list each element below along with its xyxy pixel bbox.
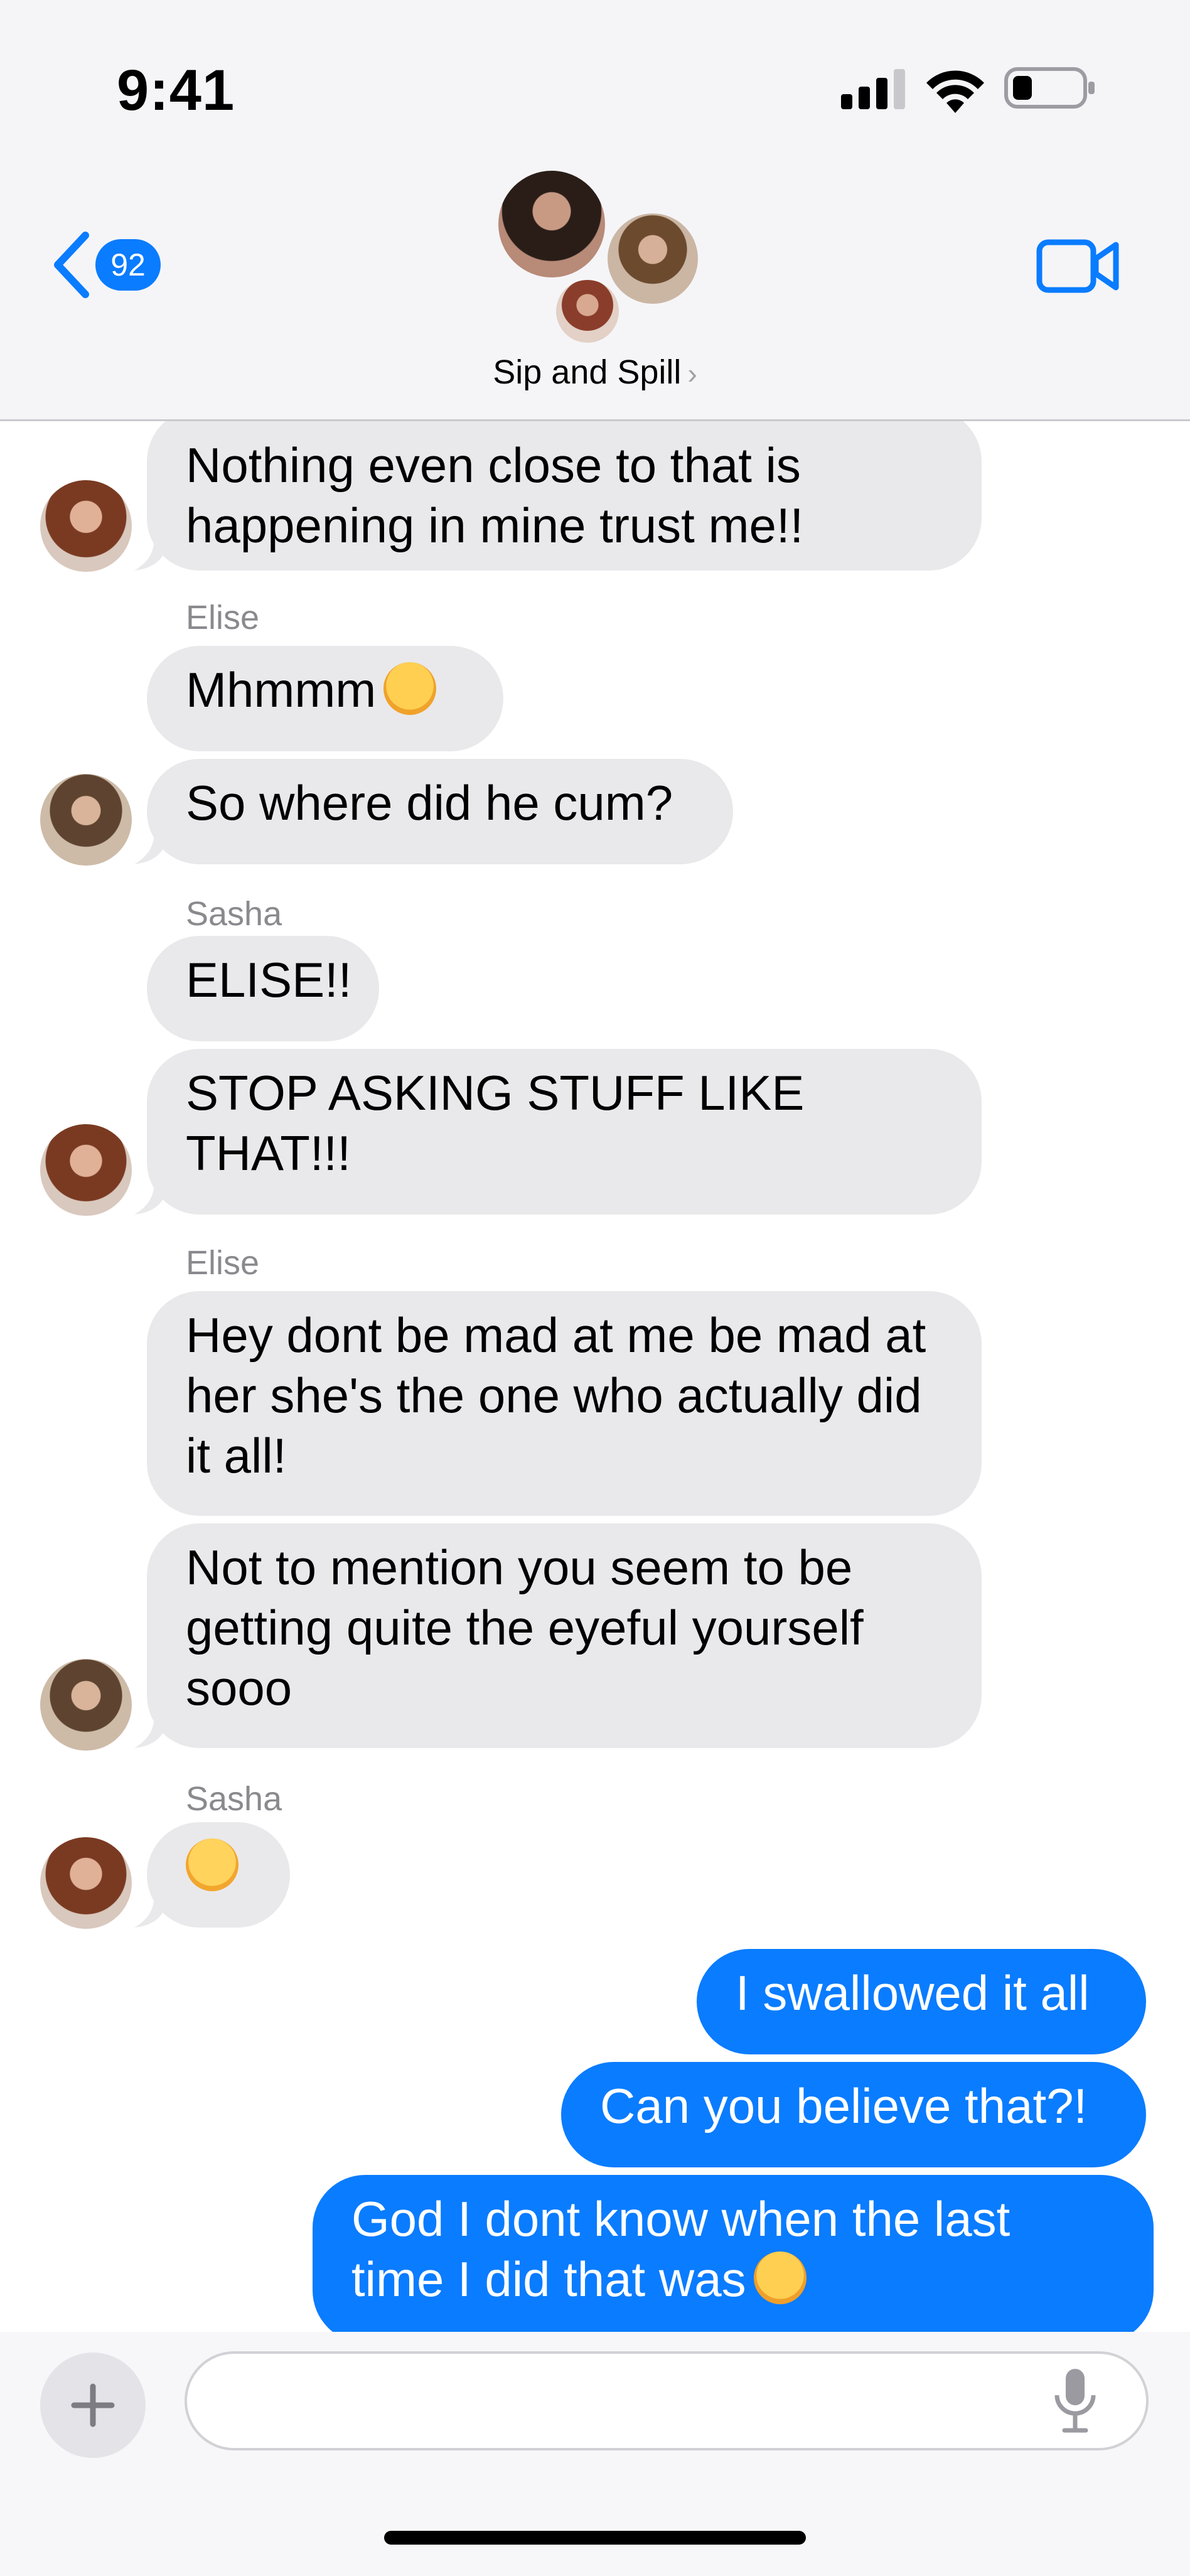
bubble-tail [134,828,169,864]
bubble-tail [134,1891,169,1928]
conversation-header: 9:41 92 Sip and Spill › [0,0,1190,421]
avatar [40,774,132,866]
bubble-tail [134,1712,169,1748]
outgoing-message-bubble[interactable]: I swallowed it all [697,1949,1146,2054]
microphone-icon[interactable] [1052,2366,1098,2434]
avatar [552,276,623,346]
sender-name: Sasha [186,895,282,933]
group-avatar-cluster[interactable] [498,171,699,346]
sender-name: Elise [186,1244,260,1282]
sender-name: Elise [186,599,260,636]
avatar [498,171,605,277]
squinting-tongue-face-emoji-icon [753,2251,807,2305]
battery-icon [1004,67,1095,109]
home-indicator [384,2531,806,2545]
incoming-message-bubble[interactable]: ELISE!! [147,936,379,1041]
add-attachment-button[interactable] [40,2353,146,2458]
avatar [40,1124,132,1216]
wifi-icon [926,70,984,113]
sender-name: Sasha [186,1780,282,1818]
incoming-message-bubble[interactable]: So where did he cum? [147,759,733,864]
avatar [608,213,698,304]
outgoing-message-bubble[interactable]: Can you believe that?! [561,2062,1146,2167]
incoming-message-bubble[interactable]: Nothing even close to that is happening … [147,421,982,571]
incoming-message-bubble[interactable]: Mhmmm [147,646,503,751]
avatar [40,480,132,572]
unread-count-badge: 92 [95,239,161,291]
status-time: 9:41 [117,58,235,122]
chevron-right-icon: › [687,357,697,390]
chevron-left-icon [54,232,89,298]
back-button[interactable]: 92 [50,227,176,303]
group-name-button[interactable]: Sip and Spill › [0,353,1190,392]
avatar [40,1659,132,1751]
bubble-tail [134,534,169,571]
worried-face-emoji-icon [383,662,437,716]
messages-screen: 9:41 92 Sip and Spill › Nothing even clo… [0,0,1190,2576]
eye-roll-face-emoji-icon [186,1838,239,1892]
video-camera-icon[interactable] [1036,236,1121,296]
outgoing-message-bubble[interactable]: God I dont know when the last time I did… [313,2175,1154,2332]
avatar [40,1837,132,1929]
message-input[interactable] [185,2351,1149,2450]
cellular-signal-icon [841,69,905,109]
incoming-message-bubble[interactable]: Hey dont be mad at me be mad at her she'… [147,1291,982,1516]
message-list[interactable]: Nothing even close to that is happening … [0,421,1190,2332]
incoming-message-bubble[interactable]: STOP ASKING STUFF LIKE THAT!!! [147,1049,982,1215]
incoming-message-bubble[interactable]: Not to mention you seem to be getting qu… [147,1523,982,1748]
group-name: Sip and Spill [493,353,682,391]
bubble-tail [134,1178,169,1215]
plus-icon [71,2383,115,2427]
